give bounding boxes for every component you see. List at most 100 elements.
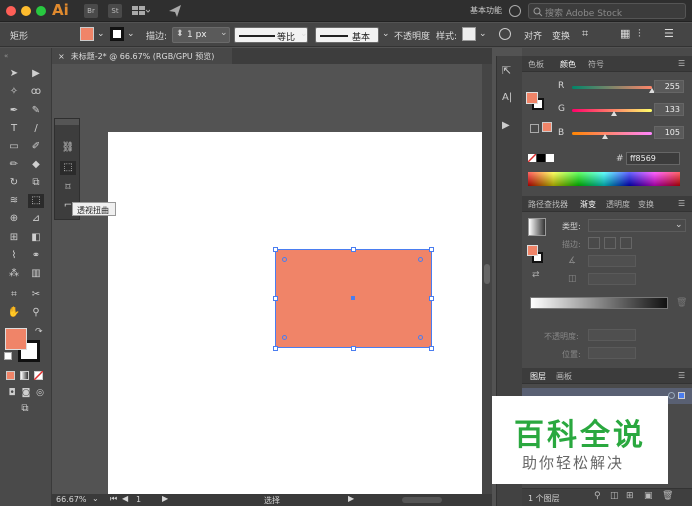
resize-handle[interactable] xyxy=(429,346,434,351)
layer-target-icon[interactable] xyxy=(668,392,675,399)
reverse-gradient-icon[interactable]: ⇄ xyxy=(532,270,540,280)
graphic-style-swatch[interactable] xyxy=(462,27,476,41)
default-colors-icon[interactable] xyxy=(4,352,12,360)
tab-symbols[interactable]: 符号 xyxy=(588,59,604,70)
chevron-down-icon[interactable]: ⌄ xyxy=(300,29,308,39)
gradient-tool-icon[interactable]: ◧ xyxy=(28,231,44,245)
workspace-switcher[interactable]: 基本功能 xyxy=(470,5,502,16)
chevron-down-icon[interactable]: ⌄ xyxy=(479,29,487,39)
line-tool-icon[interactable]: / xyxy=(28,122,44,136)
shaper-tool-icon[interactable]: ✏ xyxy=(6,158,22,172)
panel-menu-icon[interactable]: ☰ xyxy=(678,371,685,380)
opacity-label[interactable]: 不透明度 xyxy=(394,29,430,42)
flyout-grip[interactable] xyxy=(55,119,79,125)
eyedropper-icon[interactable]: ⌇ xyxy=(6,249,22,263)
transform-each-icon[interactable]: ⌗ xyxy=(582,27,588,41)
corner-radius-widget[interactable] xyxy=(418,257,423,262)
stock-icon[interactable]: St xyxy=(108,4,122,18)
make-clipping-mask-icon[interactable]: ◫ xyxy=(610,491,619,501)
aspect-ratio-field[interactable] xyxy=(588,273,636,285)
color-mode-icon[interactable] xyxy=(6,371,15,380)
character-icon[interactable]: A| xyxy=(502,92,518,106)
b-value[interactable]: 105 xyxy=(654,126,684,139)
gradient-mode-icon[interactable] xyxy=(20,371,29,380)
perspective-grid-icon[interactable]: ⊿ xyxy=(28,212,44,226)
shape-builder-icon[interactable]: ⊕ xyxy=(6,212,22,226)
bridge-icon[interactable]: Br xyxy=(84,4,98,18)
corner-radius-widget[interactable] xyxy=(282,335,287,340)
color-fill-box[interactable] xyxy=(526,92,538,104)
isolate-icon[interactable]: ▦ xyxy=(620,27,630,40)
gradient-type-select[interactable]: ⌄ xyxy=(588,219,686,232)
align-button[interactable]: 对齐 xyxy=(524,29,542,42)
hex-field[interactable]: ff8569 xyxy=(626,152,680,165)
black-swatch[interactable] xyxy=(537,154,545,162)
slice-tool-icon[interactable]: ✂ xyxy=(28,288,44,302)
resize-handle[interactable] xyxy=(429,247,434,252)
gradient-fill-box[interactable] xyxy=(527,245,538,256)
symbol-sprayer-icon[interactable]: ⁂ xyxy=(6,267,22,281)
paintbrush-icon[interactable]: ✐ xyxy=(28,140,44,154)
stroke-option-1[interactable] xyxy=(588,237,600,249)
chevron-down-icon[interactable]: ⌄ xyxy=(127,29,135,39)
artboard-tool-icon[interactable]: ⌗ xyxy=(6,288,22,302)
stroke-option-3[interactable] xyxy=(620,237,632,249)
stroke-swatch[interactable] xyxy=(110,27,124,41)
g-value[interactable]: 133 xyxy=(654,103,684,116)
column-graph-icon[interactable]: ▥ xyxy=(28,267,44,281)
chevron-down-icon[interactable]: ⌄ xyxy=(382,29,390,39)
arrange-documents-icon[interactable] xyxy=(132,5,151,17)
sync-icon[interactable] xyxy=(509,5,521,17)
width-tool-icon[interactable]: ≋ xyxy=(6,194,22,208)
resize-handle[interactable] xyxy=(273,346,278,351)
arrange-icon[interactable]: ⫶ xyxy=(638,27,641,41)
horizontal-scroll-thumb[interactable] xyxy=(402,497,442,503)
panel-menu-icon[interactable]: ☰ xyxy=(664,27,674,40)
draw-inside-icon[interactable]: ◎ xyxy=(32,386,48,400)
variable-width-profile[interactable]: 等比 xyxy=(234,27,308,43)
pen-tool-icon[interactable]: ✒ xyxy=(6,104,22,118)
tab-color[interactable]: 颜色 xyxy=(560,59,576,70)
stroke-option-2[interactable] xyxy=(604,237,616,249)
collapse-icon[interactable]: « xyxy=(4,52,8,60)
r-value[interactable]: 255 xyxy=(654,80,684,93)
scale-tool-icon[interactable]: ⧉ xyxy=(28,176,44,190)
first-artboard-icon[interactable]: ⏮ xyxy=(110,494,117,504)
stepper-icon[interactable]: ⬍ xyxy=(176,29,184,39)
free-transform-icon[interactable]: ⬚ xyxy=(60,161,76,175)
rotate-tool-icon[interactable]: ↻ xyxy=(6,176,22,190)
layer-selection-indicator[interactable] xyxy=(678,392,685,399)
screen-mode-icon[interactable]: ⧉ xyxy=(17,402,33,416)
play-action-icon[interactable]: ▶ xyxy=(502,120,518,134)
tab-layers[interactable]: 图层 xyxy=(530,371,546,382)
status-arrow-icon[interactable]: ▶ xyxy=(348,494,354,503)
constrain-icon[interactable]: ⛓ xyxy=(60,141,76,155)
transform-button[interactable]: 变换 xyxy=(552,29,570,42)
resize-handle[interactable] xyxy=(429,296,434,301)
web-safe-color-swatch[interactable] xyxy=(542,122,552,132)
recolor-icon[interactable] xyxy=(499,28,511,40)
search-icon[interactable]: ⚲ xyxy=(594,491,601,501)
tab-gradient[interactable]: 渐变 xyxy=(580,199,596,210)
artboard-number[interactable]: 1 xyxy=(136,495,141,504)
g-slider-thumb[interactable] xyxy=(610,111,617,116)
none-color-swatch[interactable] xyxy=(527,153,537,163)
r-slider[interactable] xyxy=(572,86,652,89)
close-icon[interactable]: × xyxy=(58,52,65,61)
tab-pathfinder[interactable]: 路径查找器 xyxy=(528,199,568,210)
free-transform-tool-icon[interactable]: ⬚ xyxy=(28,194,44,208)
mesh-tool-icon[interactable]: ⊞ xyxy=(6,231,22,245)
scroll-thumb[interactable] xyxy=(484,264,490,284)
blend-tool-icon[interactable]: ⚭ xyxy=(28,249,44,263)
swap-colors-icon[interactable]: ↷ xyxy=(35,327,43,337)
fill-color-box[interactable] xyxy=(5,328,27,350)
angle-field[interactable] xyxy=(588,255,636,267)
send-icon[interactable] xyxy=(168,4,182,18)
tab-transform[interactable]: 变换 xyxy=(638,199,654,210)
direct-selection-tool-icon[interactable]: ▶ xyxy=(28,67,44,81)
chevron-down-icon[interactable]: ⌄ xyxy=(92,494,99,503)
stroke-weight-field[interactable]: ⬍ 1 px ⌄ xyxy=(172,27,230,43)
resize-handle[interactable] xyxy=(351,247,356,252)
tab-artboards[interactable]: 画板 xyxy=(556,371,572,382)
panel-menu-icon[interactable]: ☰ xyxy=(678,59,685,68)
